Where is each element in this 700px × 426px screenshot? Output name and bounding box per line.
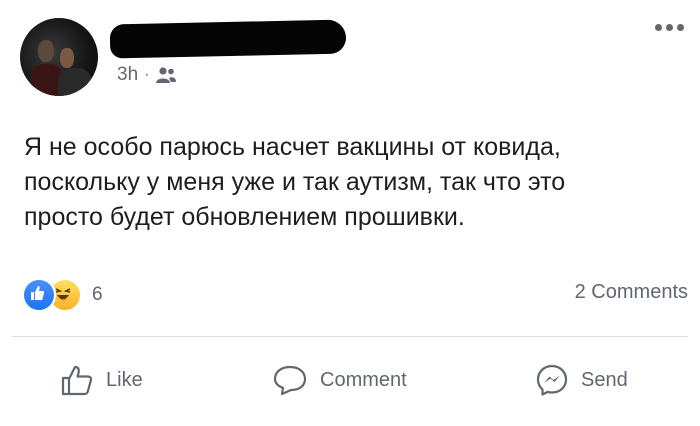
avatar[interactable] bbox=[20, 18, 98, 96]
avatar-face-right bbox=[60, 48, 74, 68]
reaction-count: 6 bbox=[92, 284, 103, 305]
author-name-redacted[interactable] bbox=[109, 19, 347, 59]
like-reaction-icon bbox=[22, 278, 56, 312]
post-text: Я не особо парюсь насчет вакцины от кови… bbox=[24, 133, 566, 231]
friends-icon bbox=[156, 67, 177, 83]
like-label: Like bbox=[106, 368, 143, 391]
divider bbox=[12, 336, 688, 337]
avatar-face-left bbox=[38, 40, 54, 62]
comment-icon bbox=[273, 365, 307, 396]
messenger-icon bbox=[536, 364, 568, 396]
send-button[interactable]: Send bbox=[535, 356, 628, 404]
reactions-summary[interactable]: 6 bbox=[22, 278, 103, 312]
post-meta: 3h · bbox=[117, 64, 177, 86]
thumbs-up-icon bbox=[61, 365, 93, 396]
meta-separator: · bbox=[144, 66, 150, 83]
post-timestamp[interactable]: 3h bbox=[117, 64, 138, 86]
action-bar: Like Comment Send bbox=[0, 356, 700, 404]
comments-count-link[interactable]: 2 Comments bbox=[575, 281, 688, 304]
avatar-figure-right bbox=[58, 68, 92, 96]
like-button[interactable]: Like bbox=[60, 356, 143, 404]
facebook-post: 3h · Я не особо парюсь насчет вакцины от… bbox=[0, 0, 700, 426]
comment-label: Comment bbox=[320, 368, 407, 391]
send-label: Send bbox=[581, 368, 628, 391]
comment-button[interactable]: Comment bbox=[272, 356, 407, 404]
more-options-icon[interactable] bbox=[655, 24, 684, 31]
